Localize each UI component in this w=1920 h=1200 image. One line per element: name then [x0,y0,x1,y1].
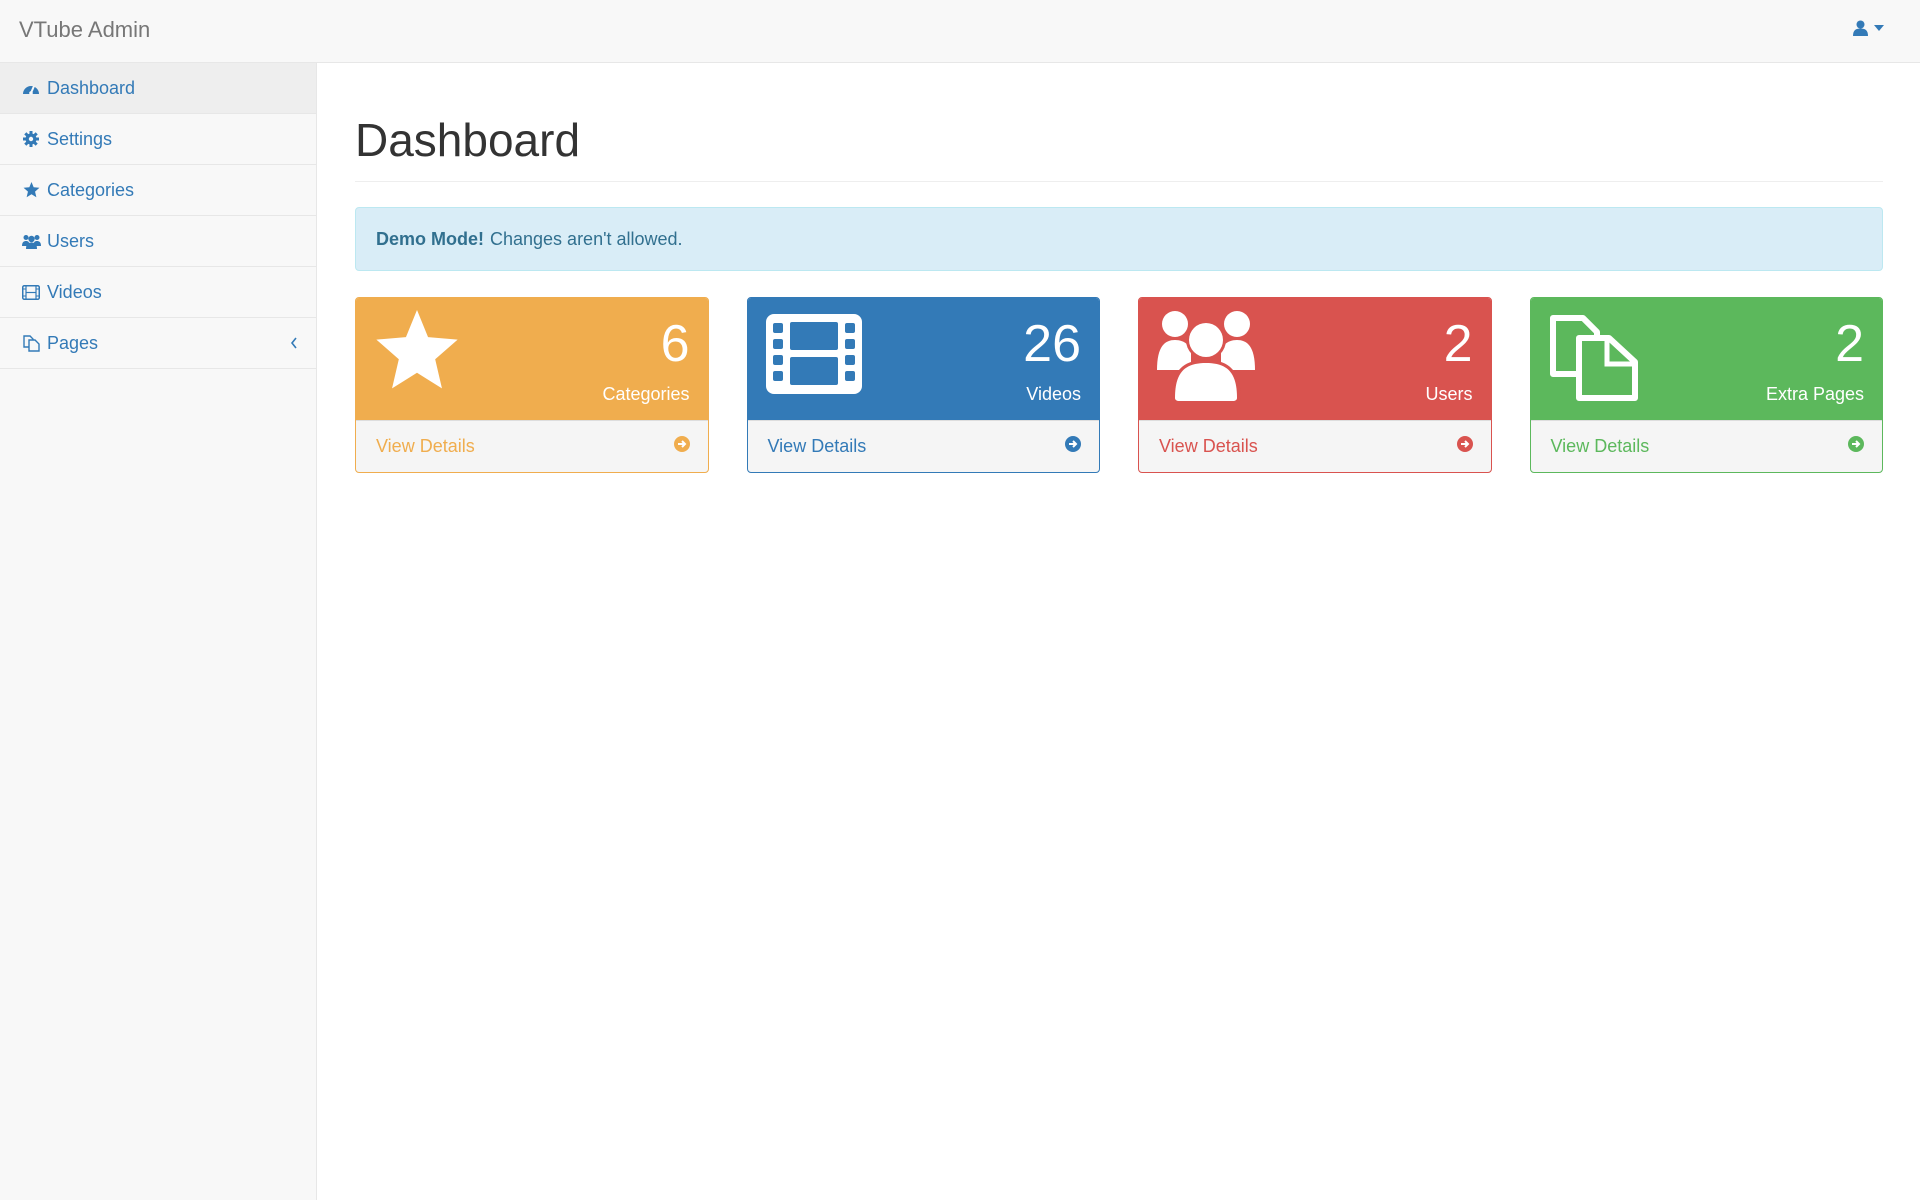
film-icon [21,282,41,302]
card-label: Users [1425,384,1473,404]
sidebar-item-label: Pages [47,332,99,353]
files-icon [1549,310,1641,407]
card-count: 2 [1443,315,1473,373]
card-label: Videos [1026,384,1081,404]
arrow-circle-right-icon [673,436,690,457]
sidebar-item-users[interactable]: Users [0,216,316,267]
sidebar-item-pages[interactable]: Pages [0,318,316,369]
card-heading: 26 Videos [747,298,1099,420]
brand-title[interactable]: VTube Admin [19,17,150,43]
star-icon [21,180,41,200]
chevron-left-icon[interactable] [290,333,298,354]
arrow-circle-right-icon [1848,436,1864,457]
view-details-text: View Details [1159,436,1258,456]
sidebar-item-dashboard[interactable]: Dashboard [0,63,316,114]
card-heading: 2 Users [1139,298,1491,420]
sidebar-item-settings[interactable]: Settings [0,114,316,165]
videos-card: 26 Videos View Details [746,297,1100,473]
card-count: 26 [1023,315,1081,373]
categories-card: 6 Categories View Details [355,297,709,473]
sidebar-item-label: Users [47,230,95,251]
star-icon [374,310,460,397]
sidebar-item-label: Dashboard [47,77,136,98]
user-icon [1853,20,1868,36]
sidebar-item-label: Settings [47,128,113,149]
sidebar-item-label: Categories [47,179,135,200]
users-card: 2 Users View Details [1138,297,1492,473]
sidebar-item-categories[interactable]: Categories [0,165,316,216]
card-heading: 2 Extra Pages [1530,298,1882,420]
extra-pages-card: 2 Extra Pages View Details [1529,297,1883,473]
view-details-link[interactable]: View Details [1530,420,1882,472]
alert-strong-text: Demo Mode! [376,228,484,249]
card-count: 2 [1835,315,1864,373]
film-icon [765,310,862,399]
demo-mode-alert: Demo Mode! Changes aren't allowed. [355,207,1883,271]
card-count: 6 [660,315,690,373]
view-details-link[interactable]: View Details [1139,420,1491,472]
view-details-text: View Details [767,436,867,456]
users-icon [1157,310,1255,407]
view-details-link[interactable]: View Details [747,420,1099,472]
users-icon [21,231,41,251]
top-navbar: VTube Admin [0,0,1920,63]
arrow-circle-right-icon [1065,436,1081,457]
view-details-link[interactable]: View Details [356,420,708,472]
files-icon [21,333,41,353]
page-title: Dashboard [355,113,1883,182]
gear-icon [21,129,41,149]
main-content: Dashboard Demo Mode! Changes aren't allo… [355,63,1883,473]
arrow-circle-right-icon [1456,436,1473,457]
card-label: Categories [602,384,690,404]
view-details-text: View Details [376,436,475,456]
sidebar: Dashboard Settings Categories Users Vide… [0,63,317,1200]
sidebar-item-label: Videos [47,281,102,302]
dashboard-icon [21,78,41,98]
user-dropdown-toggle[interactable] [1853,20,1884,36]
card-label: Extra Pages [1765,384,1864,404]
sidebar-item-videos[interactable]: Videos [0,267,316,318]
view-details-text: View Details [1550,436,1650,456]
card-heading: 6 Categories [356,298,708,420]
alert-text: Changes aren't allowed. [490,228,683,249]
caret-down-icon [1874,25,1884,31]
stat-cards: 6 Categories View Details 26 Videos View… [355,297,1883,473]
